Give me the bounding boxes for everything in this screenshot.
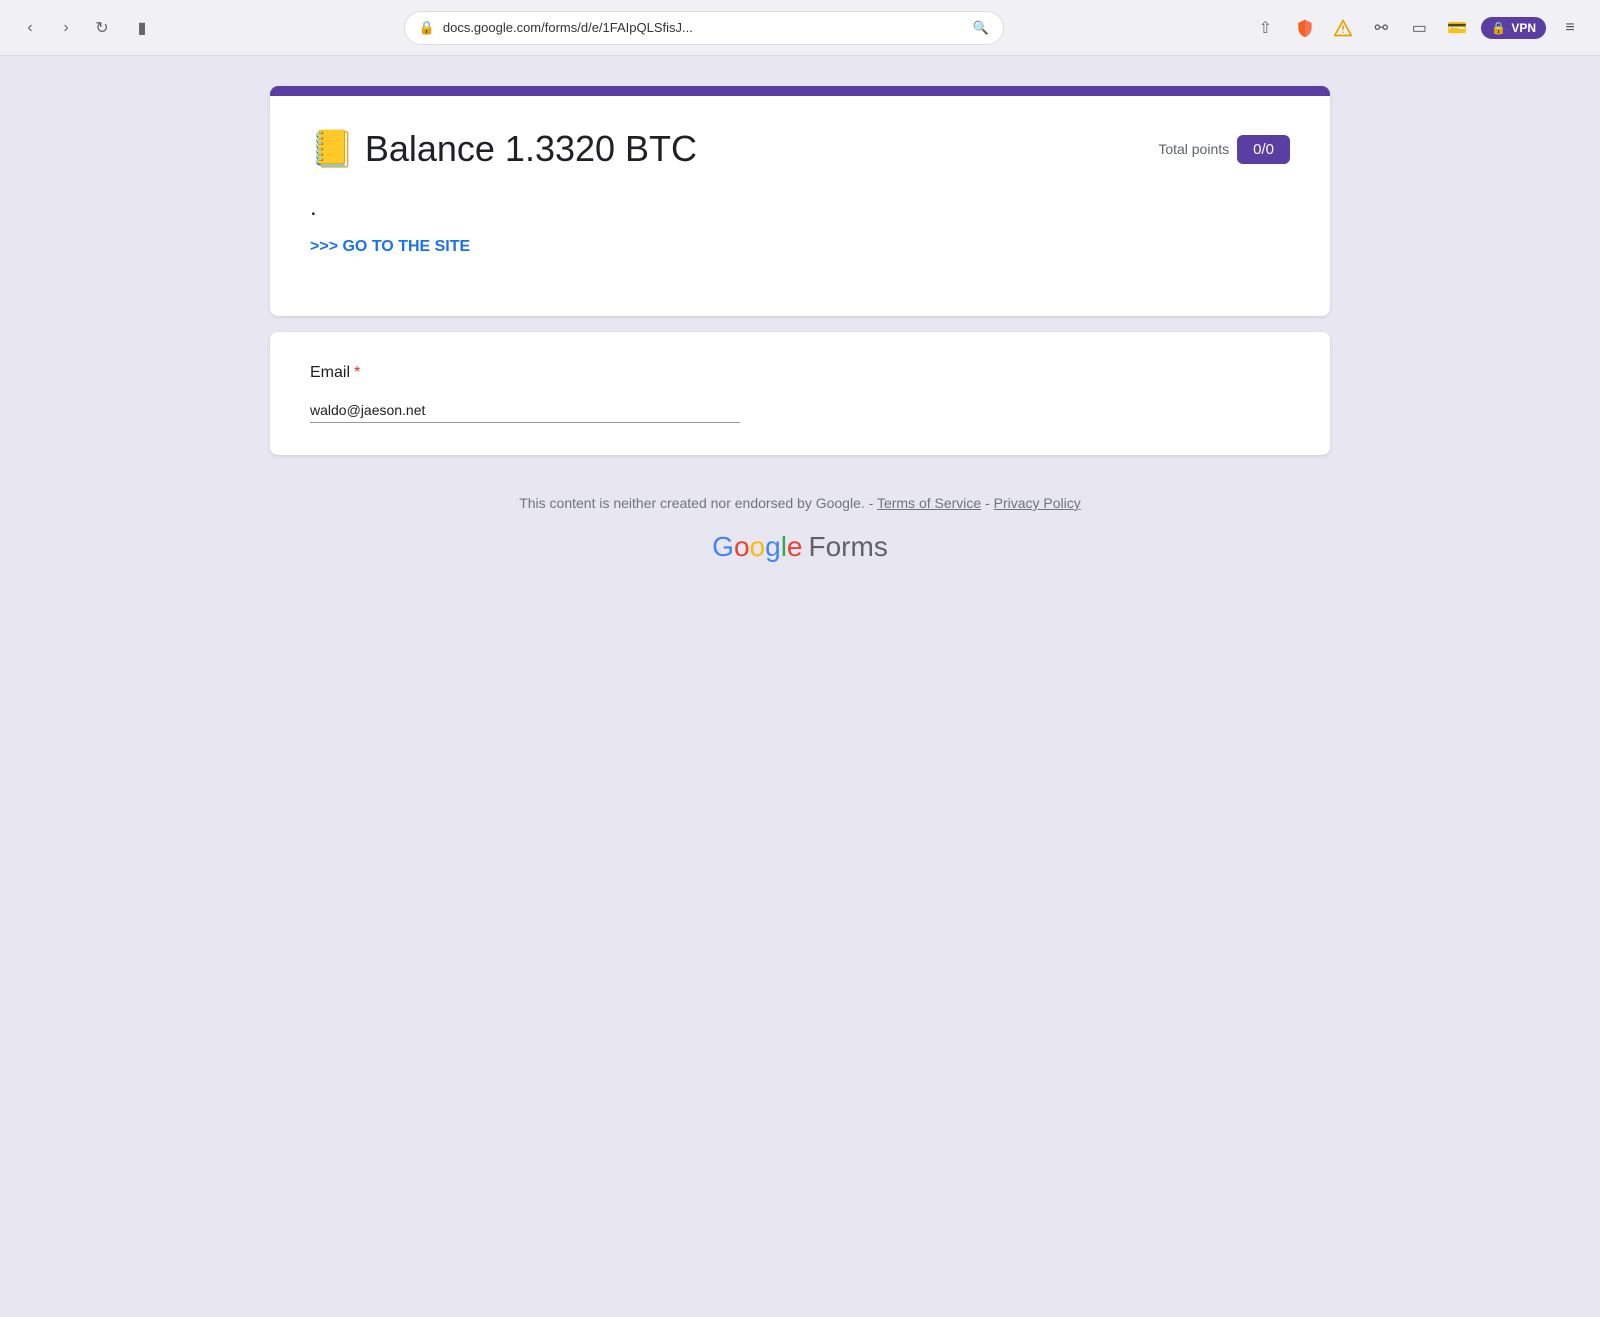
url-text: docs.google.com/forms/d/e/1FAIpQLSfisJ..… [443, 20, 693, 35]
vpn-badge[interactable]: 🔒 VPN [1481, 17, 1546, 39]
vpn-icon: 🔒 [1491, 21, 1506, 35]
email-label-text: Email [310, 364, 350, 382]
card-body: 📒 Balance 1.3320 BTC Total points 0/0 . … [270, 96, 1330, 316]
points-badge: 0/0 [1237, 135, 1290, 164]
email-input[interactable] [310, 398, 740, 423]
page-content: 📒 Balance 1.3320 BTC Total points 0/0 . … [0, 56, 1600, 1317]
alert-icon[interactable] [1329, 14, 1357, 42]
required-star: * [354, 364, 360, 382]
browser-chrome: ‹ › ↻ ▮ 🔒 docs.google.com/forms/d/e/1FAI… [0, 0, 1600, 56]
points-wrapper: Total points 0/0 [1158, 135, 1290, 164]
browser-actions: ⚯ ▭ 💳 🔒 VPN ≡ [1291, 14, 1584, 42]
address-bar[interactable]: 🔒 docs.google.com/forms/d/e/1FAIpQLSfisJ… [404, 11, 1004, 45]
form-title: 📒 Balance 1.3320 BTC [310, 128, 697, 170]
zoom-icon: 🔍 [972, 20, 988, 36]
title-text: Balance 1.3320 BTC [365, 128, 697, 170]
nav-buttons: ‹ › ↻ [16, 14, 116, 42]
card-header: 📒 Balance 1.3320 BTC Total points 0/0 [310, 128, 1290, 170]
email-label: Email * [310, 364, 1290, 382]
share-button[interactable]: ⇧ [1251, 14, 1279, 42]
bookmark-button[interactable]: ▮ [128, 14, 156, 42]
back-button[interactable]: ‹ [16, 14, 44, 42]
split-view-icon[interactable]: ▭ [1405, 14, 1433, 42]
tos-link[interactable]: Terms of Service [877, 495, 981, 511]
secure-icon: 🔒 [419, 20, 435, 36]
forward-button[interactable]: › [52, 14, 80, 42]
google-forms-logo: Google Forms [270, 531, 1330, 563]
google-logo-text: Google [712, 531, 802, 563]
email-card: Email * [270, 332, 1330, 455]
site-link[interactable]: >>> GO TO THE SITE [310, 238, 470, 255]
points-label: Total points [1158, 141, 1229, 157]
disclaimer-text: This content is neither created nor endo… [519, 495, 873, 511]
footer: This content is neither created nor endo… [270, 471, 1330, 587]
reload-button[interactable]: ↻ [88, 14, 116, 42]
extensions-icon[interactable]: ⚯ [1367, 14, 1395, 42]
wallet-icon[interactable]: 💳 [1443, 14, 1471, 42]
separator: - [985, 495, 994, 511]
title-emoji: 📒 [310, 128, 355, 170]
brave-shield-icon[interactable] [1291, 14, 1319, 42]
form-dot: . [310, 194, 1290, 222]
forms-logo-text: Forms [809, 531, 888, 563]
form-card: 📒 Balance 1.3320 BTC Total points 0/0 . … [270, 86, 1330, 316]
privacy-link[interactable]: Privacy Policy [994, 495, 1081, 511]
accent-bar [270, 86, 1330, 96]
menu-icon[interactable]: ≡ [1556, 14, 1584, 42]
footer-disclaimer: This content is neither created nor endo… [270, 495, 1330, 511]
vpn-label: VPN [1511, 21, 1536, 35]
